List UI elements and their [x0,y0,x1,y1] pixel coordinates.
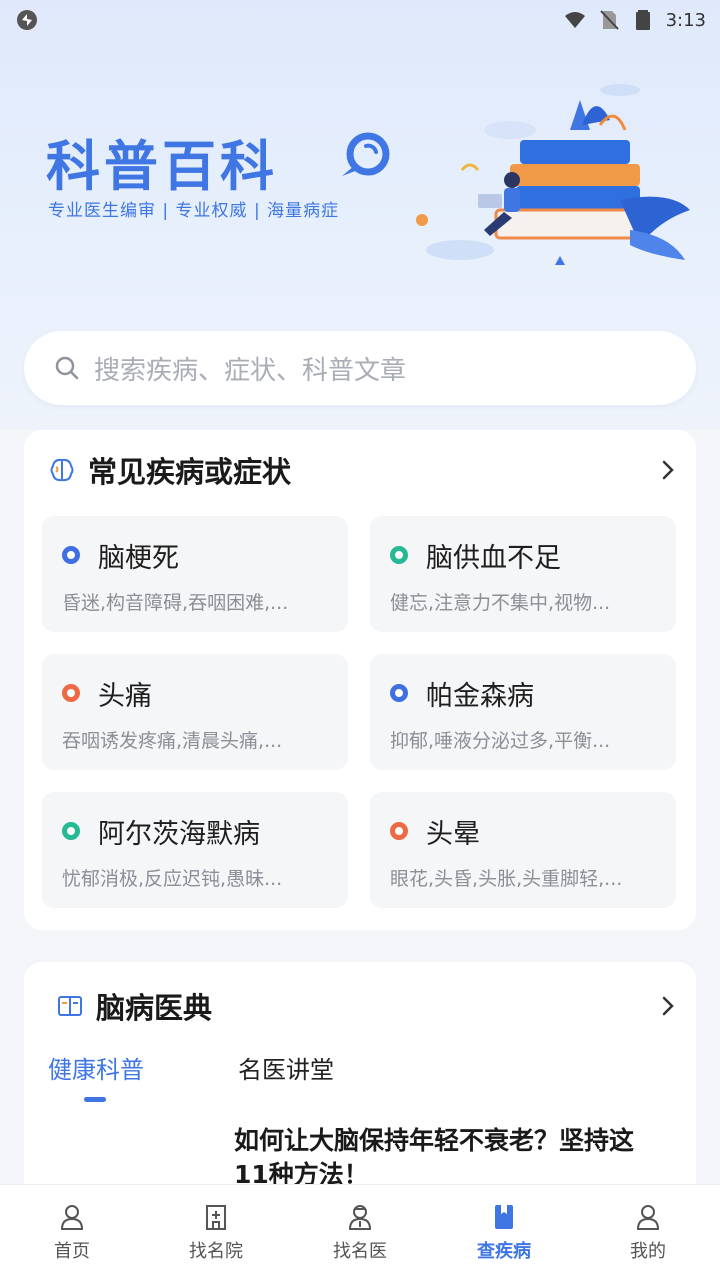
nav-profile[interactable]: 我的 [576,1185,720,1280]
disease-name: 帕金森病 [426,681,534,712]
chevron-right-icon[interactable] [658,458,678,482]
disease-name: 脑梗死 [98,543,179,574]
brain-icon [50,458,74,482]
disease-tile[interactable]: 头痛吞咽诱发疼痛,清晨头痛,... [42,654,348,770]
status-dot-icon [62,546,80,564]
status-dot-icon [390,546,408,564]
nav-find-doctor[interactable]: 找名医 [288,1185,432,1280]
magnifier-speech-icon [342,132,390,176]
book-icon [495,1205,513,1229]
disease-symptoms: 吞咽诱发疼痛,清晨头痛,... [62,730,283,752]
hero-banner: 3:13 科普百科 专业医生编审 | 专业权威 | 海量病症 搜索疾病、症状、科… [0,0,720,430]
app-logo-icon [17,10,37,30]
section-title: 常见疾病或症状 [88,455,292,489]
disease-tile[interactable]: 脑供血不足健忘,注意力不集中,视物... [370,516,676,632]
books-reading-illustration [416,84,690,265]
nav-label: 查疾病 [477,1241,531,1262]
profile-icon [636,1205,660,1230]
status-dot-icon [390,684,408,702]
nav-label: 首页 [54,1241,90,1262]
common-diseases-header[interactable]: 常见疾病或症状 [24,430,696,510]
disease-tile[interactable]: 帕金森病抑郁,唾液分泌过多,平衡... [370,654,676,770]
encyclopedia-header[interactable]: 脑病医典 [24,962,696,1050]
disease-symptoms: 昏迷,构音障碍,吞咽困难,... [62,592,289,614]
page-title: 科普百科 [46,135,278,198]
nav-label: 我的 [630,1241,666,1262]
disease-tile[interactable]: 头晕眼花,头昏,头胀,头重脚轻,... [370,792,676,908]
disease-symptoms: 忧郁消极,反应迟钝,愚昧... [62,868,283,890]
open-book-icon [58,996,82,1016]
hero-subtitle: 专业医生编审 | 专业权威 | 海量病症 [48,201,340,221]
tab-health-science[interactable]: 健康科普 [48,1050,144,1085]
disease-name: 头痛 [98,681,152,712]
disease-name: 头晕 [426,819,480,850]
search-bar[interactable]: 搜索疾病、症状、科普文章 [24,331,696,405]
nav-find-hospital[interactable]: 找名院 [144,1185,288,1280]
nav-home[interactable]: 首页 [0,1185,144,1280]
doctor-icon [348,1205,372,1230]
home-icon [60,1205,84,1230]
status-dot-icon [62,822,80,840]
search-icon [55,356,79,380]
disease-symptoms: 眼花,头昏,头胀,头重脚轻,... [390,868,623,890]
bottom-nav: 首页 找名院 找名医 查疾病 我的 [0,1184,720,1280]
battery-icon [635,10,650,30]
status-dot-icon [390,822,408,840]
status-time: 3:13 [665,9,706,31]
disease-symptoms: 抑郁,唾液分泌过多,平衡... [390,730,611,752]
nav-check-disease[interactable]: 查疾病 [432,1185,576,1280]
no-sim-icon [599,10,619,30]
disease-symptoms: 健忘,注意力不集中,视物... [390,592,611,614]
disease-name: 脑供血不足 [426,543,561,574]
disease-tile[interactable]: 脑梗死昏迷,构音障碍,吞咽困难,... [42,516,348,632]
status-dot-icon [62,684,80,702]
common-diseases-card: 常见疾病或症状 脑梗死 昏迷,构音障碍,吞咽困难,... 脑供血不足 健忘,注意力不集… [24,430,696,930]
disease-tile[interactable]: 阿尔茨海默病忧郁消极,反应迟钝,愚昧... [42,792,348,908]
hospital-icon [206,1205,226,1230]
disease-name: 阿尔茨海默病 [98,819,260,850]
search-placeholder[interactable]: 搜索疾病、症状、科普文章 [94,350,406,387]
status-bar: 3:13 [0,0,720,40]
nav-label: 找名医 [333,1241,387,1262]
section-title: 脑病医典 [96,991,213,1025]
chevron-right-icon[interactable] [658,994,678,1018]
article-title[interactable]: 如何让大脑保持年轻不衰老？坚持这11种方法！ [234,1124,634,1192]
tab-famous-doctor-lectures[interactable]: 名医讲堂 [238,1050,334,1085]
tab-indicator [84,1097,106,1102]
wifi-icon [564,12,585,28]
nav-label: 找名院 [189,1241,243,1262]
